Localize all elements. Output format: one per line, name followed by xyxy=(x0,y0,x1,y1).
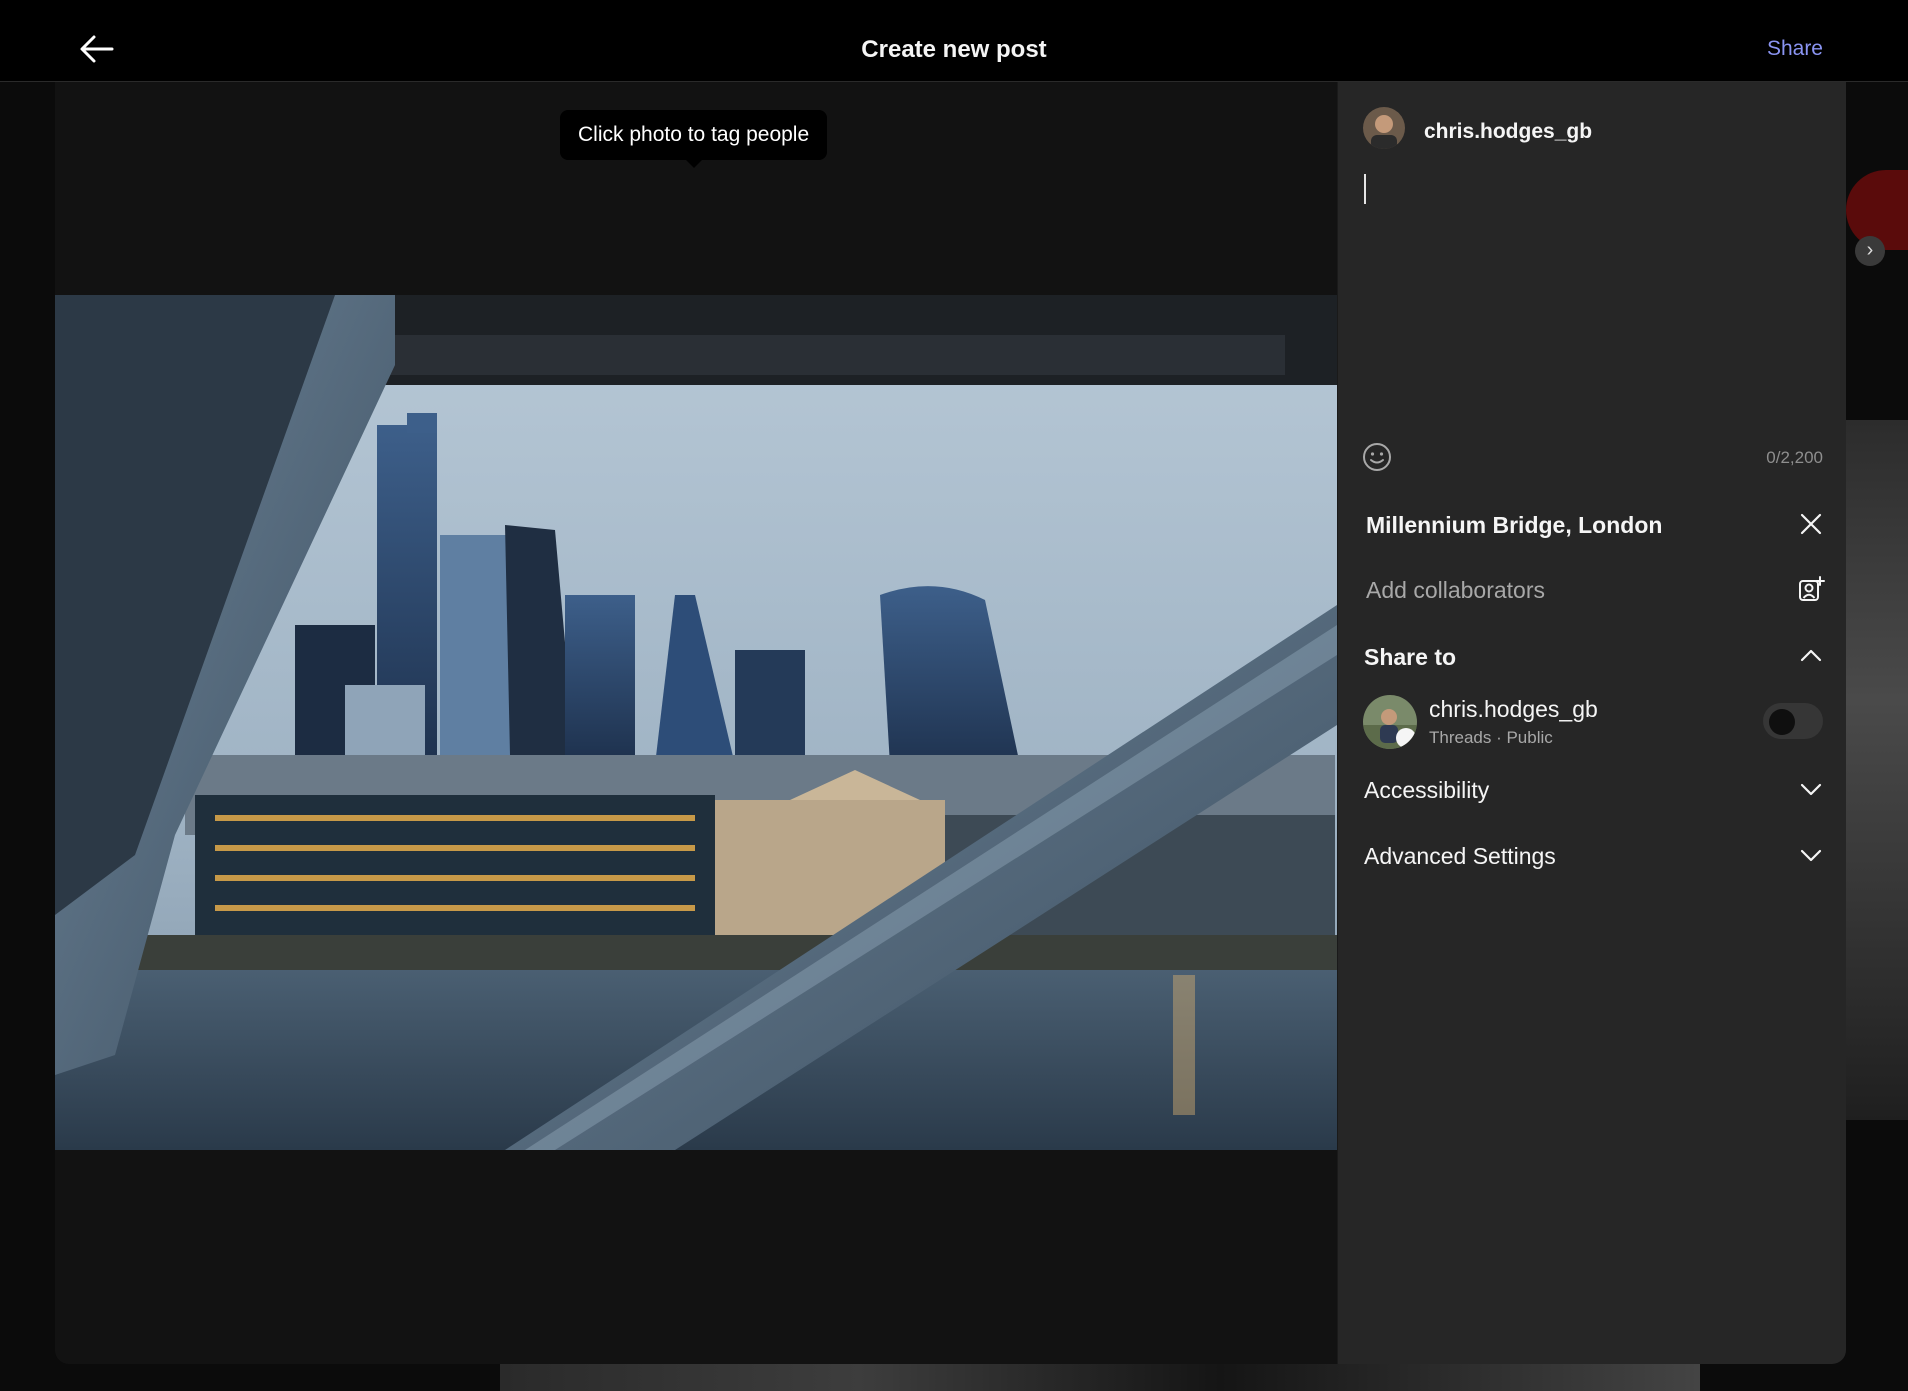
background-page-fragment xyxy=(1846,420,1908,1120)
share-to-threads-toggle[interactable] xyxy=(1763,703,1823,739)
caption-input[interactable] xyxy=(1364,168,1822,428)
chevron-up-icon xyxy=(1800,649,1822,662)
post-photo[interactable] xyxy=(55,295,1337,1150)
accessibility-expand-button[interactable] xyxy=(1797,775,1825,803)
accessibility-section[interactable]: Accessibility xyxy=(1364,777,1489,804)
composer-username: chris.hodges_gb xyxy=(1424,120,1593,143)
chevron-down-icon xyxy=(1800,783,1822,796)
avatar xyxy=(1363,107,1405,149)
share-button[interactable]: Share xyxy=(1767,37,1823,61)
location-value[interactable]: Millennium Bridge, London xyxy=(1366,512,1662,539)
share-account-name: chris.hodges_gb xyxy=(1429,696,1598,722)
emoji-button[interactable] xyxy=(1362,442,1392,472)
clear-location-button[interactable] xyxy=(1797,510,1825,538)
share-to-heading[interactable]: Share to xyxy=(1364,644,1456,671)
advanced-settings-section[interactable]: Advanced Settings xyxy=(1364,843,1556,870)
photo-area: Click photo to tag people xyxy=(55,82,1337,1364)
smiley-icon xyxy=(1363,443,1391,471)
text-caret xyxy=(1364,174,1366,204)
background-page-fragment xyxy=(500,1362,1700,1391)
threads-account-avatar xyxy=(1363,695,1417,749)
create-post-modal: Click photo to tag people chris.hodges_g… xyxy=(55,82,1846,1364)
caption-char-counter: 0/2,200 xyxy=(1766,448,1823,467)
close-icon xyxy=(1800,513,1822,535)
avatar-image xyxy=(1363,695,1417,749)
chevron-down-icon xyxy=(1800,849,1822,862)
toggle-knob xyxy=(1769,709,1795,735)
advanced-settings-expand-button[interactable] xyxy=(1797,841,1825,869)
chevron-right-icon[interactable]: › xyxy=(1855,236,1885,266)
page-title: Create new post xyxy=(861,36,1047,63)
post-details-sidebar: chris.hodges_gb 0/2,200 Millennium Bridg… xyxy=(1337,82,1846,1364)
modal-header: Create new post Share xyxy=(0,0,1908,82)
add-collaborator-button[interactable] xyxy=(1797,575,1825,603)
tag-people-tooltip: Click photo to tag people xyxy=(560,110,828,168)
avatar-image xyxy=(1363,107,1405,149)
add-collaborators-field[interactable]: Add collaborators xyxy=(1366,577,1545,604)
add-person-icon xyxy=(1799,576,1825,601)
share-account-subtitle: Threads · Public xyxy=(1429,728,1553,747)
share-to-collapse-button[interactable] xyxy=(1797,642,1825,670)
